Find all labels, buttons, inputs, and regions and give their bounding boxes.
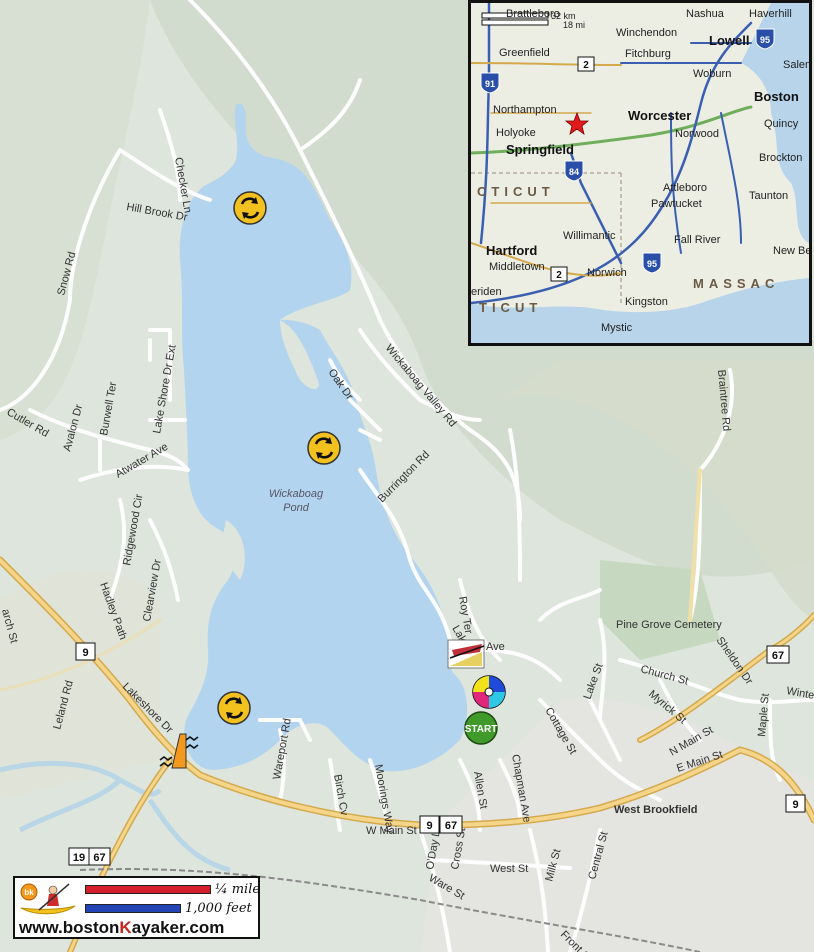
rotating-arrows-icon-south[interactable]: [217, 691, 251, 725]
start-label: START: [465, 724, 498, 735]
city-new-bedford: New Be: [773, 245, 809, 257]
route-19-shield: 19: [68, 847, 90, 866]
bostonkayaker-logo-scale: bk ¼ mile 1,000 feet www.bostonKayaker.c…: [13, 876, 260, 939]
route-9-shield-b: 9: [419, 815, 440, 834]
route-9-shield-a: 9: [75, 642, 96, 661]
city-springfield: Springfield: [506, 142, 574, 157]
beach-ball-icon[interactable]: [472, 675, 506, 709]
state-label-ct-top: CTICUT: [477, 184, 555, 199]
city-boston: Boston: [754, 89, 799, 104]
city-pawtucket: Pawtucket: [651, 198, 702, 210]
pond-name-line1: Wickaboag: [269, 488, 324, 500]
interstate-95-shield-north: 95: [755, 28, 775, 50]
locator-inset-map[interactable]: 32 km 18 mi Brattleboro Nashua Haverhill…: [468, 0, 812, 346]
feet-scale-bar: [85, 903, 181, 913]
rotating-arrows-icon-north[interactable]: [233, 191, 267, 225]
svg-text:9: 9: [426, 820, 432, 832]
svg-text:91: 91: [485, 79, 495, 89]
feet-scale: 1,000 feet: [85, 900, 252, 916]
route-2-shield-top: 2: [577, 56, 595, 72]
svg-text:67: 67: [772, 650, 784, 662]
city-greenfield: Greenfield: [499, 47, 550, 59]
interstate-84-shield: 84: [564, 160, 584, 182]
city-holyoke: Holyoke: [496, 127, 536, 139]
city-fall-river: Fall River: [674, 234, 721, 246]
city-salem: Salem: [783, 59, 809, 71]
road-label-w-main-st: W Main St: [366, 825, 417, 837]
road-label-lake-ave-2: Ave: [486, 641, 505, 653]
place-west-brookfield: West Brookfield: [614, 804, 698, 816]
url-part-post: ayaker.com: [131, 918, 225, 937]
city-northampton: Northampton: [493, 104, 557, 116]
state-label-ct-bottom: TICUT: [479, 300, 542, 315]
route-67-shield-a: 67: [439, 815, 463, 834]
svg-text:95: 95: [760, 35, 770, 45]
mile-scale-label: ¼ mile: [215, 881, 261, 897]
city-attleboro: Attleboro: [663, 182, 707, 194]
logo-badge-text: bk: [24, 888, 34, 897]
route-9-shield-c: 9: [785, 794, 806, 813]
city-mystic: Mystic: [601, 322, 633, 334]
city-fitchburg: Fitchburg: [625, 48, 671, 60]
boat-ramp-icon[interactable]: [447, 639, 485, 669]
svg-text:67: 67: [93, 852, 105, 864]
interstate-95-shield-south: 95: [642, 252, 662, 274]
city-winchendon: Winchendon: [616, 27, 677, 39]
city-haverhill: Haverhill: [749, 8, 792, 20]
route-67-shield-c: 67: [88, 847, 111, 866]
route-67-shield-b: 67: [766, 645, 790, 664]
city-lowell: Lowell: [709, 33, 749, 48]
svg-text:2: 2: [556, 270, 562, 281]
city-taunton: Taunton: [749, 190, 788, 202]
city-brockton: Brockton: [759, 152, 802, 164]
city-norwood: Norwood: [675, 128, 719, 140]
kayaker-logo-icon: bk: [20, 883, 76, 915]
inset-scale-mi: 18 mi: [563, 20, 585, 30]
website-url[interactable]: www.bostonKayaker.com: [19, 918, 224, 938]
svg-text:67: 67: [445, 820, 457, 832]
city-meriden: eriden: [471, 286, 502, 298]
mile-scale: ¼ mile: [85, 881, 261, 897]
city-hartford: Hartford: [486, 243, 537, 258]
road-label-west-st: West St: [490, 863, 528, 875]
city-middletown: Middletown: [489, 261, 545, 273]
svg-text:2: 2: [583, 60, 589, 71]
city-brattleboro: Brattleboro: [506, 8, 560, 20]
interstate-91-shield: 91: [480, 72, 500, 94]
url-part-k: K: [119, 918, 132, 937]
city-kingston: Kingston: [625, 296, 668, 308]
start-marker[interactable]: START: [464, 711, 498, 745]
svg-text:9: 9: [792, 799, 798, 811]
url-part-pre: www.boston: [19, 918, 120, 937]
place-pine-grove-cemetery: Pine Grove Cemetery: [616, 619, 722, 631]
rotating-arrows-icon-middle[interactable]: [307, 431, 341, 465]
state-label-ma-bottom: MASSAC: [693, 276, 779, 291]
city-worcester: Worcester: [628, 108, 691, 123]
route-2-shield-bottom: 2: [550, 266, 568, 282]
pond-name-line2: Pond: [283, 502, 310, 514]
city-willimantic: Willimantic: [563, 230, 616, 242]
city-quincy: Quincy: [764, 118, 799, 130]
city-woburn: Woburn: [693, 68, 731, 80]
svg-text:95: 95: [647, 259, 657, 269]
svg-text:84: 84: [569, 167, 579, 177]
svg-text:9: 9: [82, 647, 88, 659]
svg-text:19: 19: [73, 852, 85, 864]
city-nashua: Nashua: [686, 8, 725, 20]
mile-scale-bar: [85, 884, 211, 894]
city-norwich: Norwich: [587, 267, 627, 279]
feet-scale-label: 1,000 feet: [185, 900, 252, 916]
